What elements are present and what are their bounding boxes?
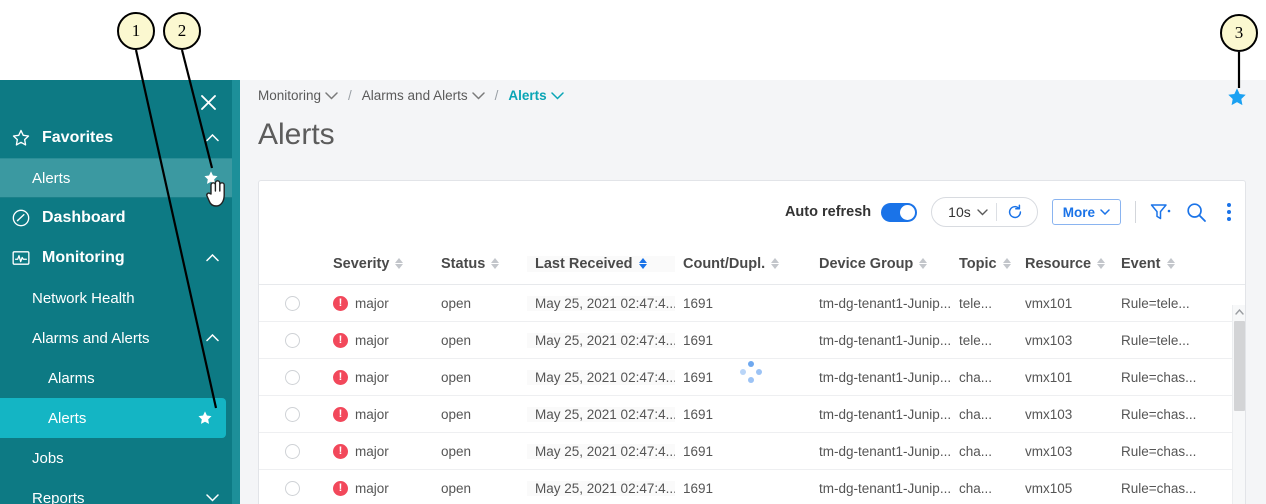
callout-leader-lines bbox=[134, 49, 1241, 409]
callout-1: 1 bbox=[117, 12, 155, 50]
screenshot-root: Favorites Alerts Dashboard Monitoring Networ… bbox=[0, 0, 1266, 504]
callout-2: 2 bbox=[163, 12, 201, 50]
callout-3: 3 bbox=[1220, 14, 1258, 52]
